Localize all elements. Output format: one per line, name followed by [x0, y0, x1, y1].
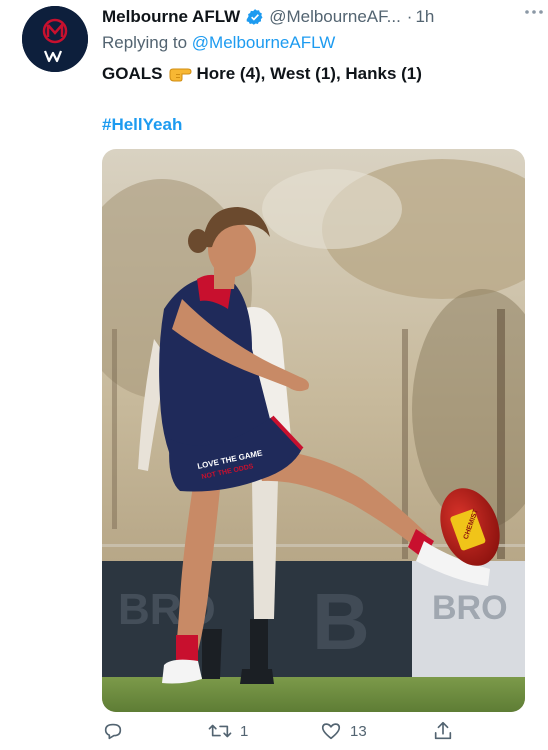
like-button[interactable]: 13	[320, 720, 367, 742]
tweet-text-suffix: Hore (4), West (1), Hanks (1)	[196, 64, 422, 83]
more-icon[interactable]	[524, 2, 544, 20]
svg-text:B: B	[312, 577, 370, 666]
author-handle[interactable]: @MelbourneAF...	[269, 7, 401, 27]
separator-dot: ·	[406, 7, 413, 26]
tweet-text-prefix: GOALS	[102, 64, 163, 83]
heart-icon	[320, 720, 342, 742]
replying-to-label: Replying to	[102, 33, 188, 52]
share-icon	[432, 720, 454, 742]
tweet-photo[interactable]: BRO B BRO LOVE THE GAME NOT THE ODDS CHE…	[102, 149, 525, 712]
pointing-right-emoji-icon	[168, 64, 194, 84]
avatar[interactable]	[22, 6, 88, 72]
reply-icon	[102, 720, 124, 742]
share-button[interactable]	[432, 720, 454, 742]
like-count: 13	[350, 722, 367, 740]
hashtag-link[interactable]: #HellYeah	[102, 115, 182, 135]
retweet-count: 1	[240, 722, 249, 740]
club-logo-icon	[22, 6, 88, 72]
tweet-time[interactable]: 1h	[415, 7, 434, 27]
retweet-icon	[208, 720, 232, 742]
retweet-button[interactable]: 1	[208, 720, 248, 742]
author-name[interactable]: Melbourne AFLW	[102, 7, 240, 27]
tweet-actions: 1 13	[102, 720, 462, 748]
reply-button[interactable]	[102, 720, 124, 742]
replying-to: Replying to @MelbourneAFLW	[102, 33, 335, 53]
tweet-header: Melbourne AFLW @MelbourneAF... · 1h	[102, 4, 534, 30]
replying-to-handle[interactable]: @MelbourneAFLW	[192, 33, 336, 52]
tweet-text: GOALS Hore (4), West (1), Hanks (1)	[102, 64, 422, 84]
verified-badge-icon	[246, 8, 264, 26]
svg-text:BRO: BRO	[432, 589, 508, 627]
football-kick-photo: BRO B BRO LOVE THE GAME NOT THE ODDS CHE…	[102, 149, 525, 712]
